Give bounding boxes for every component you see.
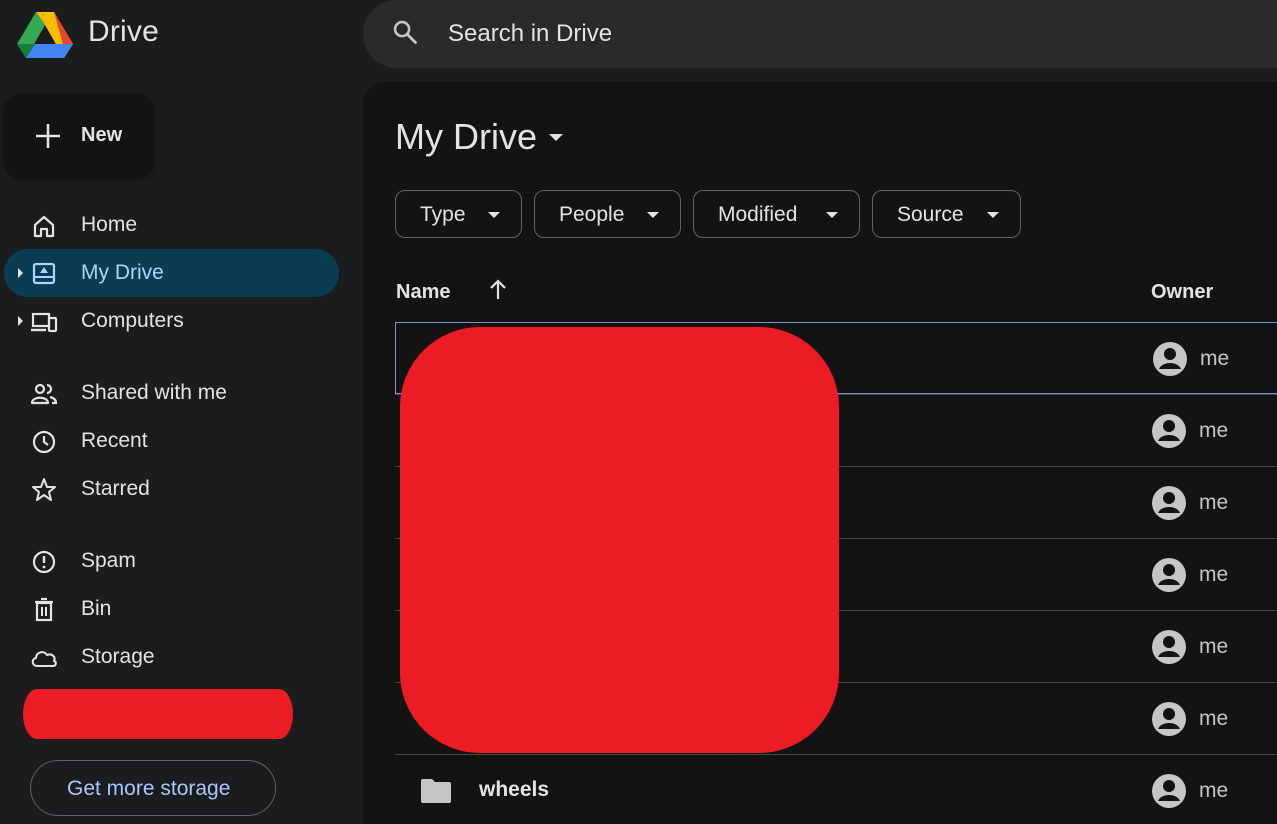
- sidebar-item-recent[interactable]: Recent: [4, 417, 339, 465]
- get-more-storage-button[interactable]: Get more storage: [30, 760, 276, 816]
- page-title[interactable]: My Drive: [395, 116, 537, 158]
- computers-icon: [31, 312, 58, 333]
- drive-logo[interactable]: [17, 10, 73, 58]
- trash-icon: [35, 597, 53, 622]
- sidebar-item-bin[interactable]: Bin: [4, 585, 339, 633]
- sidebar-item-label: Computers: [81, 309, 184, 332]
- sidebar-item-label: Spam: [81, 549, 136, 572]
- clock-icon: [32, 430, 56, 454]
- avatar-icon: [1153, 342, 1187, 376]
- folder-icon: [421, 779, 451, 803]
- search-icon[interactable]: [391, 18, 419, 46]
- sort-ascending-icon[interactable]: [487, 278, 509, 302]
- sidebar-item-label: Bin: [81, 597, 112, 620]
- owner-cell: me: [1199, 419, 1229, 442]
- expand-caret-icon[interactable]: [18, 268, 23, 278]
- chevron-down-icon: [488, 212, 500, 218]
- sidebar-item-shared-with-me[interactable]: Shared with me: [4, 369, 339, 417]
- chevron-down-icon: [647, 212, 659, 218]
- search-bar[interactable]: Search in Drive: [363, 0, 1277, 68]
- star-icon: [32, 478, 56, 501]
- drive-logo-icon: [17, 12, 73, 58]
- home-icon: [33, 215, 55, 238]
- sidebar-item-spam[interactable]: Spam: [4, 537, 339, 585]
- new-button[interactable]: New: [4, 94, 154, 178]
- avatar-icon: [1152, 702, 1186, 736]
- sidebar-item-label: Recent: [81, 429, 148, 452]
- sidebar-item-label: Starred: [81, 477, 150, 500]
- owner-cell: me: [1199, 779, 1229, 802]
- filter-source[interactable]: Source: [872, 190, 1021, 238]
- owner-cell: me: [1200, 347, 1230, 370]
- column-header-name[interactable]: Name: [396, 281, 450, 304]
- filter-label: Modified: [718, 203, 798, 226]
- column-header-owner[interactable]: Owner: [1151, 281, 1213, 304]
- main-panel: My Drive Type People Modified Source Nam…: [363, 82, 1277, 824]
- owner-cell: me: [1199, 491, 1229, 514]
- plus-icon: [36, 124, 60, 148]
- get-more-storage-label: Get more storage: [67, 777, 231, 800]
- avatar-icon: [1152, 414, 1186, 448]
- filter-label: Type: [420, 203, 466, 226]
- my-drive-icon: [32, 262, 56, 285]
- table-row[interactable]: wheels me: [395, 754, 1277, 824]
- avatar-icon: [1152, 630, 1186, 664]
- redacted-storage-meter: [23, 689, 293, 739]
- avatar-icon: [1152, 558, 1186, 592]
- sidebar-item-label: Storage: [81, 645, 155, 668]
- filter-label: Source: [897, 203, 964, 226]
- sidebar-item-starred[interactable]: Starred: [4, 465, 339, 513]
- sidebar-item-storage[interactable]: Storage: [4, 633, 339, 681]
- sidebar-item-label: Home: [81, 213, 138, 236]
- owner-cell: me: [1199, 707, 1229, 730]
- sidebar-item-home[interactable]: Home: [4, 201, 339, 249]
- search-input[interactable]: Search in Drive: [448, 20, 612, 48]
- filter-label: People: [559, 203, 625, 226]
- expand-caret-icon[interactable]: [18, 316, 23, 326]
- owner-cell: me: [1199, 635, 1229, 658]
- file-name-cell[interactable]: wheels: [479, 778, 549, 802]
- sidebar-item-computers[interactable]: Computers: [4, 297, 339, 345]
- avatar-icon: [1152, 486, 1186, 520]
- chevron-down-icon: [826, 212, 838, 218]
- cloud-icon: [31, 651, 57, 668]
- avatar-icon: [1152, 774, 1186, 808]
- title-dropdown-icon[interactable]: [549, 134, 563, 141]
- filter-type[interactable]: Type: [395, 190, 522, 238]
- redacted-file-names: [400, 327, 839, 753]
- chevron-down-icon: [987, 212, 999, 218]
- app-title[interactable]: Drive: [88, 15, 159, 49]
- owner-cell: me: [1199, 563, 1229, 586]
- spam-icon: [32, 550, 56, 574]
- filter-people[interactable]: People: [534, 190, 681, 238]
- filter-modified[interactable]: Modified: [693, 190, 860, 238]
- sidebar-item-label: Shared with me: [81, 381, 227, 404]
- people-icon: [30, 383, 58, 405]
- sidebar-item-label: My Drive: [81, 261, 164, 284]
- new-button-label: New: [81, 124, 123, 146]
- sidebar-item-my-drive[interactable]: My Drive: [4, 249, 339, 297]
